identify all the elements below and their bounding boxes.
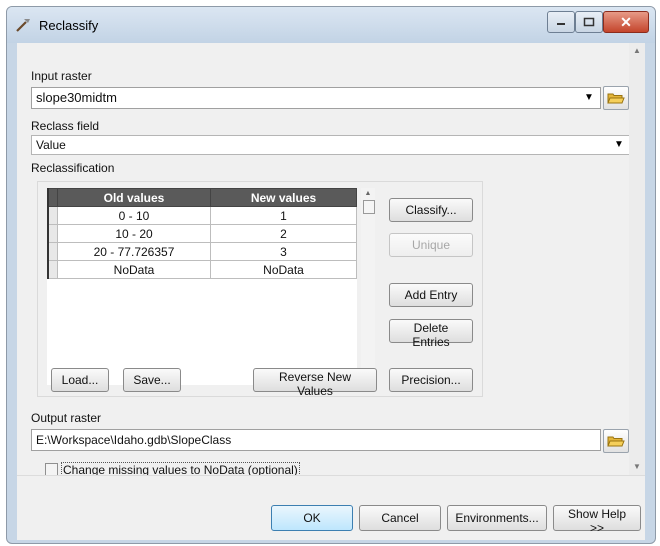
table-scrollbar[interactable]: ▲ ▼ xyxy=(361,188,375,385)
reclass-field-label: Reclass field xyxy=(31,119,100,133)
title-bar[interactable]: Reclassify ✕ xyxy=(7,7,655,43)
save-button[interactable]: Save... xyxy=(123,368,181,392)
close-button[interactable]: ✕ xyxy=(603,11,649,33)
old-value-cell[interactable]: 10 - 20 xyxy=(57,224,211,243)
row-selector[interactable] xyxy=(47,242,58,261)
new-value-cell[interactable]: 3 xyxy=(210,242,357,261)
precision-button[interactable]: Precision... xyxy=(389,368,473,392)
old-value-cell[interactable]: NoData xyxy=(57,260,211,279)
panel-scrollbar[interactable]: ▲ ▼ xyxy=(629,43,645,475)
reclass-table[interactable]: Old values New values 0 - 10 1 10 - 20 2 xyxy=(47,188,357,279)
unique-button[interactable]: Unique xyxy=(389,233,473,257)
reclassify-tool-icon xyxy=(16,19,30,32)
output-raster-field[interactable]: E:\Workspace\Idaho.gdb\SlopeClass xyxy=(31,429,601,451)
row-selector[interactable] xyxy=(47,260,58,279)
input-raster-combo[interactable]: slope30midtm ▼ xyxy=(31,87,601,109)
scroll-up-icon[interactable]: ▲ xyxy=(361,188,375,200)
output-raster-label: Output raster xyxy=(31,411,102,425)
row-selector[interactable] xyxy=(47,224,58,243)
input-raster-label: Input raster xyxy=(31,69,92,83)
show-help-button[interactable]: Show Help >> xyxy=(553,505,641,535)
ok-button[interactable]: OK xyxy=(271,505,353,531)
input-raster-browse-button[interactable] xyxy=(603,86,629,110)
output-raster-browse-button[interactable] xyxy=(603,429,629,453)
close-icon: ✕ xyxy=(620,13,632,30)
input-raster-value: slope30midtm xyxy=(36,90,117,105)
reclass-field-value: Value xyxy=(36,138,66,152)
old-value-cell[interactable]: 20 - 77.726357 xyxy=(57,242,211,261)
parameters-panel: Input raster slope30midtm ▼ Reclass fiel… xyxy=(17,43,631,478)
table-row[interactable]: 20 - 77.726357 3 xyxy=(47,242,357,261)
reclassification-label: Reclassification xyxy=(31,161,115,175)
load-button[interactable]: Load... xyxy=(51,368,109,392)
reclass-field-combo[interactable]: Value ▼ xyxy=(31,135,631,155)
table-row[interactable]: 10 - 20 2 xyxy=(47,224,357,243)
dropdown-arrow-icon[interactable]: ▼ xyxy=(612,138,626,152)
column-header-new-values[interactable]: New values xyxy=(210,188,357,207)
new-value-cell[interactable]: 2 xyxy=(210,224,357,243)
new-value-cell[interactable]: NoData xyxy=(210,260,357,279)
dialog-body: Input raster slope30midtm ▼ Reclass fiel… xyxy=(17,43,645,540)
dialog-footer: OK Cancel Environments... Show Help >> xyxy=(17,475,645,540)
scroll-thumb[interactable] xyxy=(363,200,375,214)
maximize-button[interactable] xyxy=(575,11,603,33)
cancel-button[interactable]: Cancel xyxy=(359,505,441,531)
environments-button[interactable]: Environments... xyxy=(447,505,547,531)
minimize-button[interactable] xyxy=(547,11,575,33)
add-entry-button[interactable]: Add Entry xyxy=(389,283,473,307)
column-header-old-values[interactable]: Old values xyxy=(57,188,211,207)
table-row[interactable]: NoData NoData xyxy=(47,260,357,279)
window-title: Reclassify xyxy=(39,18,99,33)
scroll-down-icon[interactable]: ▼ xyxy=(629,459,645,475)
row-selector-header xyxy=(47,188,58,207)
new-value-cell[interactable]: 1 xyxy=(210,206,357,225)
scroll-up-icon[interactable]: ▲ xyxy=(629,43,645,59)
reclassify-dialog: Reclassify ✕ Input raster slope30midtm ▼… xyxy=(6,6,656,544)
reverse-new-values-button[interactable]: Reverse New Values xyxy=(253,368,377,398)
folder-open-icon xyxy=(607,436,625,447)
dropdown-arrow-icon[interactable]: ▼ xyxy=(582,91,596,105)
table-row[interactable]: 0 - 10 1 xyxy=(47,206,357,225)
delete-entries-button[interactable]: Delete Entries xyxy=(389,319,473,349)
minimize-icon xyxy=(557,23,565,25)
maximize-icon xyxy=(583,17,595,27)
row-selector[interactable] xyxy=(47,206,58,225)
classify-button[interactable]: Classify... xyxy=(389,198,473,222)
folder-open-icon xyxy=(607,93,625,104)
output-raster-value: E:\Workspace\Idaho.gdb\SlopeClass xyxy=(36,433,232,447)
old-value-cell[interactable]: 0 - 10 xyxy=(57,206,211,225)
